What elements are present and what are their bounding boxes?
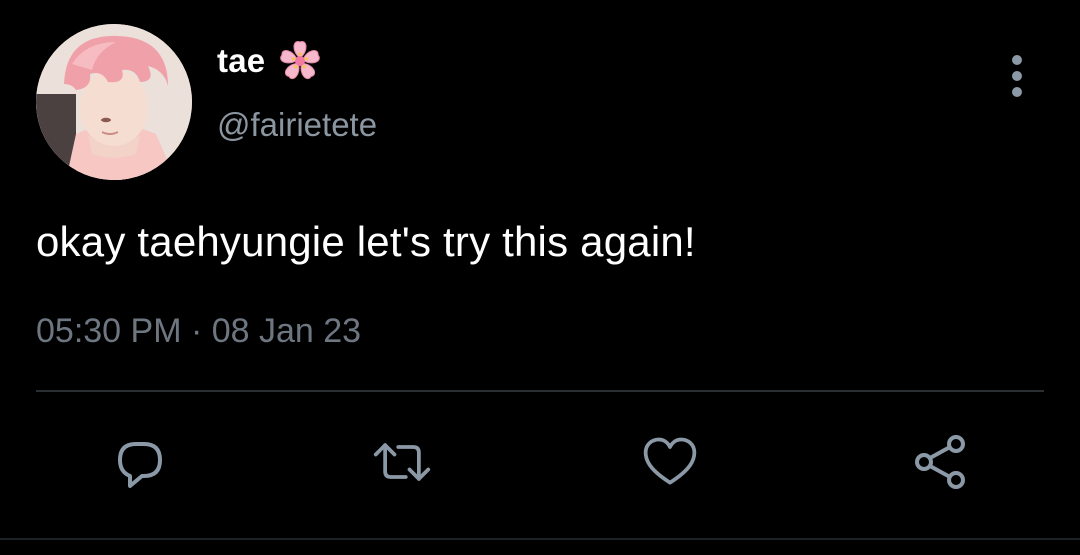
share-button[interactable]: [910, 432, 970, 492]
tweet-card: tae @fairietete okay taehyungie let's tr…: [0, 0, 1080, 555]
user-handle[interactable]: @fairietete: [217, 106, 377, 144]
display-name[interactable]: tae: [217, 42, 265, 80]
display-name-row: tae: [217, 36, 325, 86]
share-icon: [915, 435, 965, 489]
like-button[interactable]: [640, 432, 700, 492]
reply-button[interactable]: [110, 432, 170, 492]
retweet-button[interactable]: [372, 432, 432, 492]
tweet-text: okay taehyungie let's try this again!: [36, 218, 696, 265]
tweet-timestamp[interactable]: 05:30 PM · 08 Jan 23: [36, 312, 361, 351]
bottom-divider: [0, 538, 1080, 540]
avatar[interactable]: [36, 24, 192, 180]
avatar-photo: [36, 24, 192, 180]
cherry-blossom-icon: [280, 41, 321, 80]
reply-icon: [118, 442, 162, 488]
heart-icon: [643, 437, 697, 485]
more-options-icon[interactable]: [1000, 52, 1034, 100]
retweet-icon: [373, 443, 431, 481]
divider: [36, 390, 1044, 392]
